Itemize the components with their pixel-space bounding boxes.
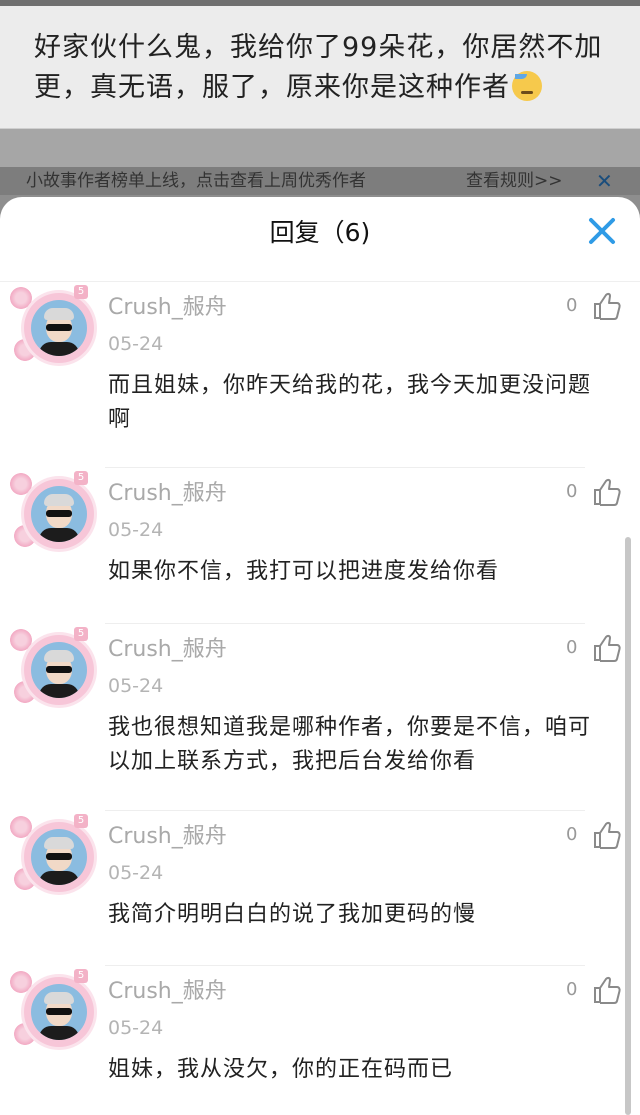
sweat-face-icon (512, 71, 542, 101)
username[interactable]: Crush_赧舟 (108, 635, 227, 665)
close-icon[interactable]: ✕ (596, 167, 613, 195)
level-badge-icon: 5 (74, 814, 88, 828)
like-count: 0 (566, 824, 578, 845)
reply-divider (105, 623, 585, 624)
level-badge-icon: 5 (74, 471, 88, 485)
avatar[interactable]: 5 (10, 469, 102, 561)
notice-text[interactable]: 小故事作者榜单上线，点击查看上周优秀作者 (26, 167, 366, 195)
thumbs-up-icon[interactable] (590, 289, 624, 323)
username[interactable]: Crush_赧舟 (108, 293, 227, 323)
avatar-image (31, 300, 87, 356)
flower-decoration-icon (10, 816, 32, 838)
thumbs-up-icon[interactable] (590, 475, 624, 509)
reply-divider (105, 965, 585, 966)
avatar[interactable]: 5 (10, 967, 102, 1059)
reply-sheet: 回复（6) 5 Crush_赧舟 05-24 0 而且姐妹，你昨天给我的花，我今… (0, 197, 640, 1115)
avatar-image (31, 642, 87, 698)
reply-content: 而且姐妹，你昨天给我的花，我今天加更没问题啊 (108, 373, 592, 432)
reply-date: 05-24 (108, 1017, 164, 1039)
reply-content: 姐妹，我从没欠，你的正在码而已 (108, 1057, 454, 1082)
reply-date: 05-24 (108, 333, 164, 355)
flower-decoration-icon (10, 971, 32, 993)
overlay-gap (0, 129, 640, 167)
reply-content: 我简介明明白白的说了我加更码的慢 (108, 902, 477, 927)
reply-date: 05-24 (108, 862, 164, 884)
sheet-title: 回复（6) (269, 218, 371, 247)
avatar-image (31, 984, 87, 1040)
close-icon[interactable] (582, 211, 622, 251)
header-divider (0, 281, 640, 282)
reply-content: 如果你不信，我打可以把进度发给你看 (108, 559, 500, 584)
thumbs-up-icon[interactable] (590, 631, 624, 665)
username[interactable]: Crush_赧舟 (108, 977, 227, 1007)
thumbs-up-icon[interactable] (590, 973, 624, 1007)
reply-divider (105, 467, 585, 468)
avatar[interactable]: 5 (10, 283, 102, 375)
avatar[interactable]: 5 (10, 625, 102, 717)
view-rules-link[interactable]: 查看规则>> (466, 167, 563, 195)
level-badge-icon: 5 (74, 285, 88, 299)
avatar[interactable]: 5 (10, 812, 102, 904)
flower-decoration-icon (10, 473, 32, 495)
reply-divider (105, 810, 585, 811)
notice-banner[interactable]: 小故事作者榜单上线，点击查看上周优秀作者 查看规则>> ✕ (0, 167, 640, 195)
level-badge-icon: 5 (74, 969, 88, 983)
reply-content: 我也很想知道我是哪种作者，你要是不信，咱可以加上联系方式，我把后台发给你看 (108, 715, 592, 774)
avatar-image (31, 829, 87, 885)
avatar-image (31, 486, 87, 542)
background-comment-text: 好家伙什么鬼，我给你了99朵花，你居然不加更，真无语，服了，原来你是这种作者 (34, 32, 603, 103)
background-comment: 好家伙什么鬼，我给你了99朵花，你居然不加更，真无语，服了，原来你是这种作者 (0, 6, 640, 129)
like-count: 0 (566, 979, 578, 1000)
level-badge-icon: 5 (74, 627, 88, 641)
like-count: 0 (566, 295, 578, 316)
username[interactable]: Crush_赧舟 (108, 822, 227, 852)
like-count: 0 (566, 637, 578, 658)
reply-date: 05-24 (108, 519, 164, 541)
like-count: 0 (566, 481, 578, 502)
username[interactable]: Crush_赧舟 (108, 479, 227, 509)
reply-date: 05-24 (108, 675, 164, 697)
thumbs-up-icon[interactable] (590, 818, 624, 852)
flower-decoration-icon (10, 629, 32, 651)
flower-decoration-icon (10, 287, 32, 309)
scrollbar[interactable] (625, 537, 631, 1115)
